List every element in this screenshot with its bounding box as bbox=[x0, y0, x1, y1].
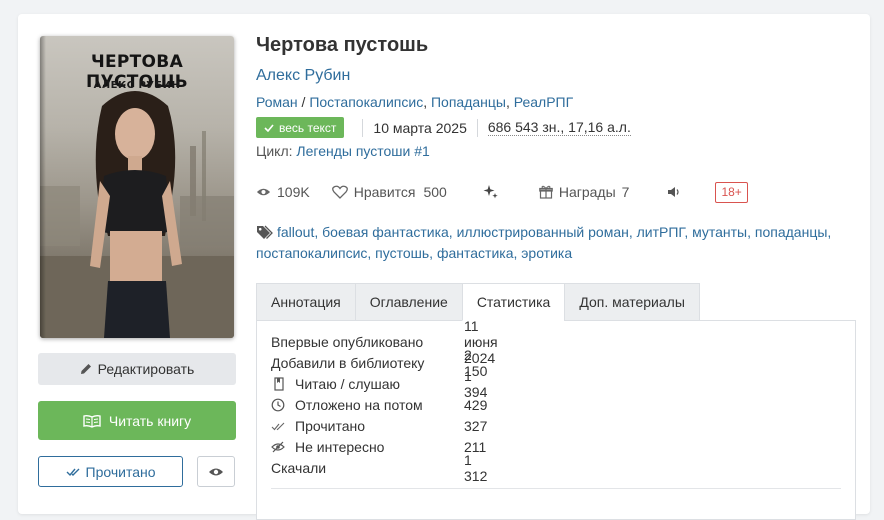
mark-read-button[interactable]: Прочитано bbox=[38, 456, 183, 487]
awards-count: 7 bbox=[621, 184, 630, 200]
stat-label: Отложено на потом bbox=[295, 396, 423, 413]
divider bbox=[271, 488, 841, 489]
stat-label: Скачали bbox=[271, 459, 327, 476]
speaker-icon bbox=[668, 187, 680, 197]
tag-link[interactable]: мутанты bbox=[692, 224, 747, 240]
eye-off-icon bbox=[271, 441, 285, 452]
genre-separator: , bbox=[423, 94, 431, 110]
stat-value: 1 312 bbox=[464, 451, 488, 484]
tag-separator: , bbox=[827, 224, 832, 240]
full-text-label: весь текст bbox=[279, 120, 337, 135]
tag-separator: , bbox=[429, 245, 437, 261]
stat-label: Прочитано bbox=[295, 417, 365, 434]
genre-separator: , bbox=[505, 94, 514, 110]
awards-label: Награды bbox=[558, 184, 616, 200]
genre-link[interactable]: Роман bbox=[256, 94, 298, 110]
stat-row-library: Добавили в библиотеку 2 150 bbox=[271, 347, 487, 379]
stat-row-not-interested: Не интересно 211 bbox=[271, 436, 486, 457]
tag-link[interactable]: литРПГ bbox=[637, 224, 685, 240]
tag-separator: , bbox=[314, 224, 323, 240]
edit-button-label: Редактировать bbox=[97, 361, 195, 377]
genre-link[interactable]: Попаданцы bbox=[431, 94, 506, 110]
open-book-icon bbox=[83, 414, 101, 428]
stat-value: 429 bbox=[464, 396, 488, 413]
book-size[interactable]: 686 543 зн., 17,16 а.л. bbox=[487, 119, 631, 136]
tag-link[interactable]: иллюстрированный роман bbox=[457, 224, 629, 240]
tab-statistics[interactable]: Статистика bbox=[461, 283, 565, 321]
stat-value: 327 bbox=[464, 417, 488, 434]
gift-icon bbox=[539, 185, 553, 199]
tag-link[interactable]: пустошь bbox=[375, 245, 429, 261]
tag-link[interactable]: эротика bbox=[521, 245, 572, 261]
tag-link[interactable]: боевая фантастика bbox=[322, 224, 449, 240]
series-link[interactable]: Легенды пустоши #1 bbox=[296, 143, 429, 159]
edit-button[interactable]: Редактировать bbox=[38, 353, 236, 385]
tag-separator: , bbox=[448, 224, 457, 240]
tab-bar: Аннотация Оглавление Статистика Доп. мат… bbox=[256, 283, 700, 321]
book-title: Чертова пустошь bbox=[256, 34, 429, 56]
stat-row-finished: Прочитано 327 bbox=[271, 415, 487, 436]
double-check-icon bbox=[271, 422, 285, 430]
views-stat: 109K bbox=[256, 184, 310, 200]
stat-row-downloads: Скачали 1 312 bbox=[271, 452, 487, 484]
stat-label: Впервые опубликовано bbox=[271, 333, 424, 350]
tab-annotation[interactable]: Аннотация bbox=[256, 283, 355, 321]
full-text-badge: весь текст bbox=[256, 117, 345, 138]
tag-link[interactable]: постапокалипсис bbox=[256, 245, 367, 261]
genre-link[interactable]: РеалРПГ bbox=[514, 94, 573, 110]
tag-link[interactable]: fallout bbox=[277, 224, 314, 240]
tag-separator: , bbox=[628, 224, 637, 240]
read-book-label: Читать книгу bbox=[108, 412, 192, 429]
sparkle-stat[interactable] bbox=[483, 184, 499, 200]
genre-separator: / bbox=[297, 94, 310, 110]
bookmark-icon bbox=[274, 376, 284, 391]
likes-label: Нравится bbox=[353, 184, 416, 200]
tag-separator: , bbox=[367, 245, 376, 261]
divider bbox=[362, 118, 364, 137]
author-link[interactable]: Алекс Рубин bbox=[256, 67, 350, 85]
tab-extra-materials[interactable]: Доп. материалы bbox=[564, 283, 700, 321]
stat-label: Добавили в библиотеку bbox=[271, 354, 425, 371]
stat-label: Не интересно bbox=[295, 438, 385, 455]
likes-count: 500 bbox=[423, 184, 447, 200]
age-rating-badge: 18+ bbox=[715, 181, 748, 203]
likes-stat[interactable]: Нравится 500 bbox=[331, 184, 447, 200]
stat-value: 1 394 bbox=[464, 367, 488, 400]
tags-icon bbox=[257, 225, 273, 239]
eye-icon bbox=[209, 468, 223, 475]
series-label: Цикл: bbox=[256, 143, 297, 159]
double-check-icon bbox=[66, 468, 79, 476]
mark-read-label: Прочитано bbox=[85, 463, 156, 480]
pencil-icon bbox=[80, 364, 91, 374]
tag-separator: , bbox=[747, 224, 755, 240]
stat-row-reading: Читаю / слушаю 1 394 bbox=[271, 368, 487, 400]
stat-label: Читаю / слушаю bbox=[295, 375, 401, 392]
divider bbox=[476, 118, 478, 137]
series-info: Цикл: Легенды пустоши #1 bbox=[256, 143, 430, 159]
views-count: 109K bbox=[277, 184, 310, 200]
tag-list: fallout, боевая фантастика, иллюстрирова… bbox=[256, 222, 846, 264]
tab-contents[interactable]: Оглавление bbox=[354, 283, 462, 321]
tag-separator: , bbox=[684, 224, 693, 240]
book-cover[interactable]: ЧЕРТОВА ПУСТОШЬ АЛЕКС РУБИН bbox=[40, 36, 234, 338]
sparkle-icon bbox=[483, 185, 498, 199]
tag-link[interactable]: попаданцы bbox=[755, 224, 828, 240]
check-icon bbox=[264, 123, 274, 132]
heart-icon bbox=[331, 185, 348, 199]
book-meta: весь текст 10 марта 2025 686 543 зн., 17… bbox=[256, 117, 631, 138]
stats-row: 109K Нравится 500 Награды 7 18+ bbox=[256, 181, 748, 203]
watch-button[interactable] bbox=[197, 456, 235, 487]
stat-row-postponed: Отложено на потом 429 bbox=[271, 394, 487, 415]
clock-icon bbox=[271, 398, 285, 411]
read-book-button[interactable]: Читать книгу bbox=[38, 401, 236, 440]
genre-list: Роман / Постапокалипсис, Попаданцы, Реал… bbox=[256, 94, 573, 110]
genre-link[interactable]: Постапокалипсис bbox=[309, 94, 423, 110]
audio-stat[interactable] bbox=[667, 186, 681, 198]
awards-stat[interactable]: Награды 7 bbox=[539, 184, 630, 200]
stat-row-first-published: Впервые опубликовано 11 июня 2024 bbox=[271, 318, 498, 366]
eye-icon bbox=[256, 188, 271, 196]
tag-link[interactable]: фантастика bbox=[437, 245, 514, 261]
cover-author: АЛЕКС РУБИН bbox=[93, 80, 181, 91]
publish-date: 10 марта 2025 bbox=[373, 119, 467, 136]
